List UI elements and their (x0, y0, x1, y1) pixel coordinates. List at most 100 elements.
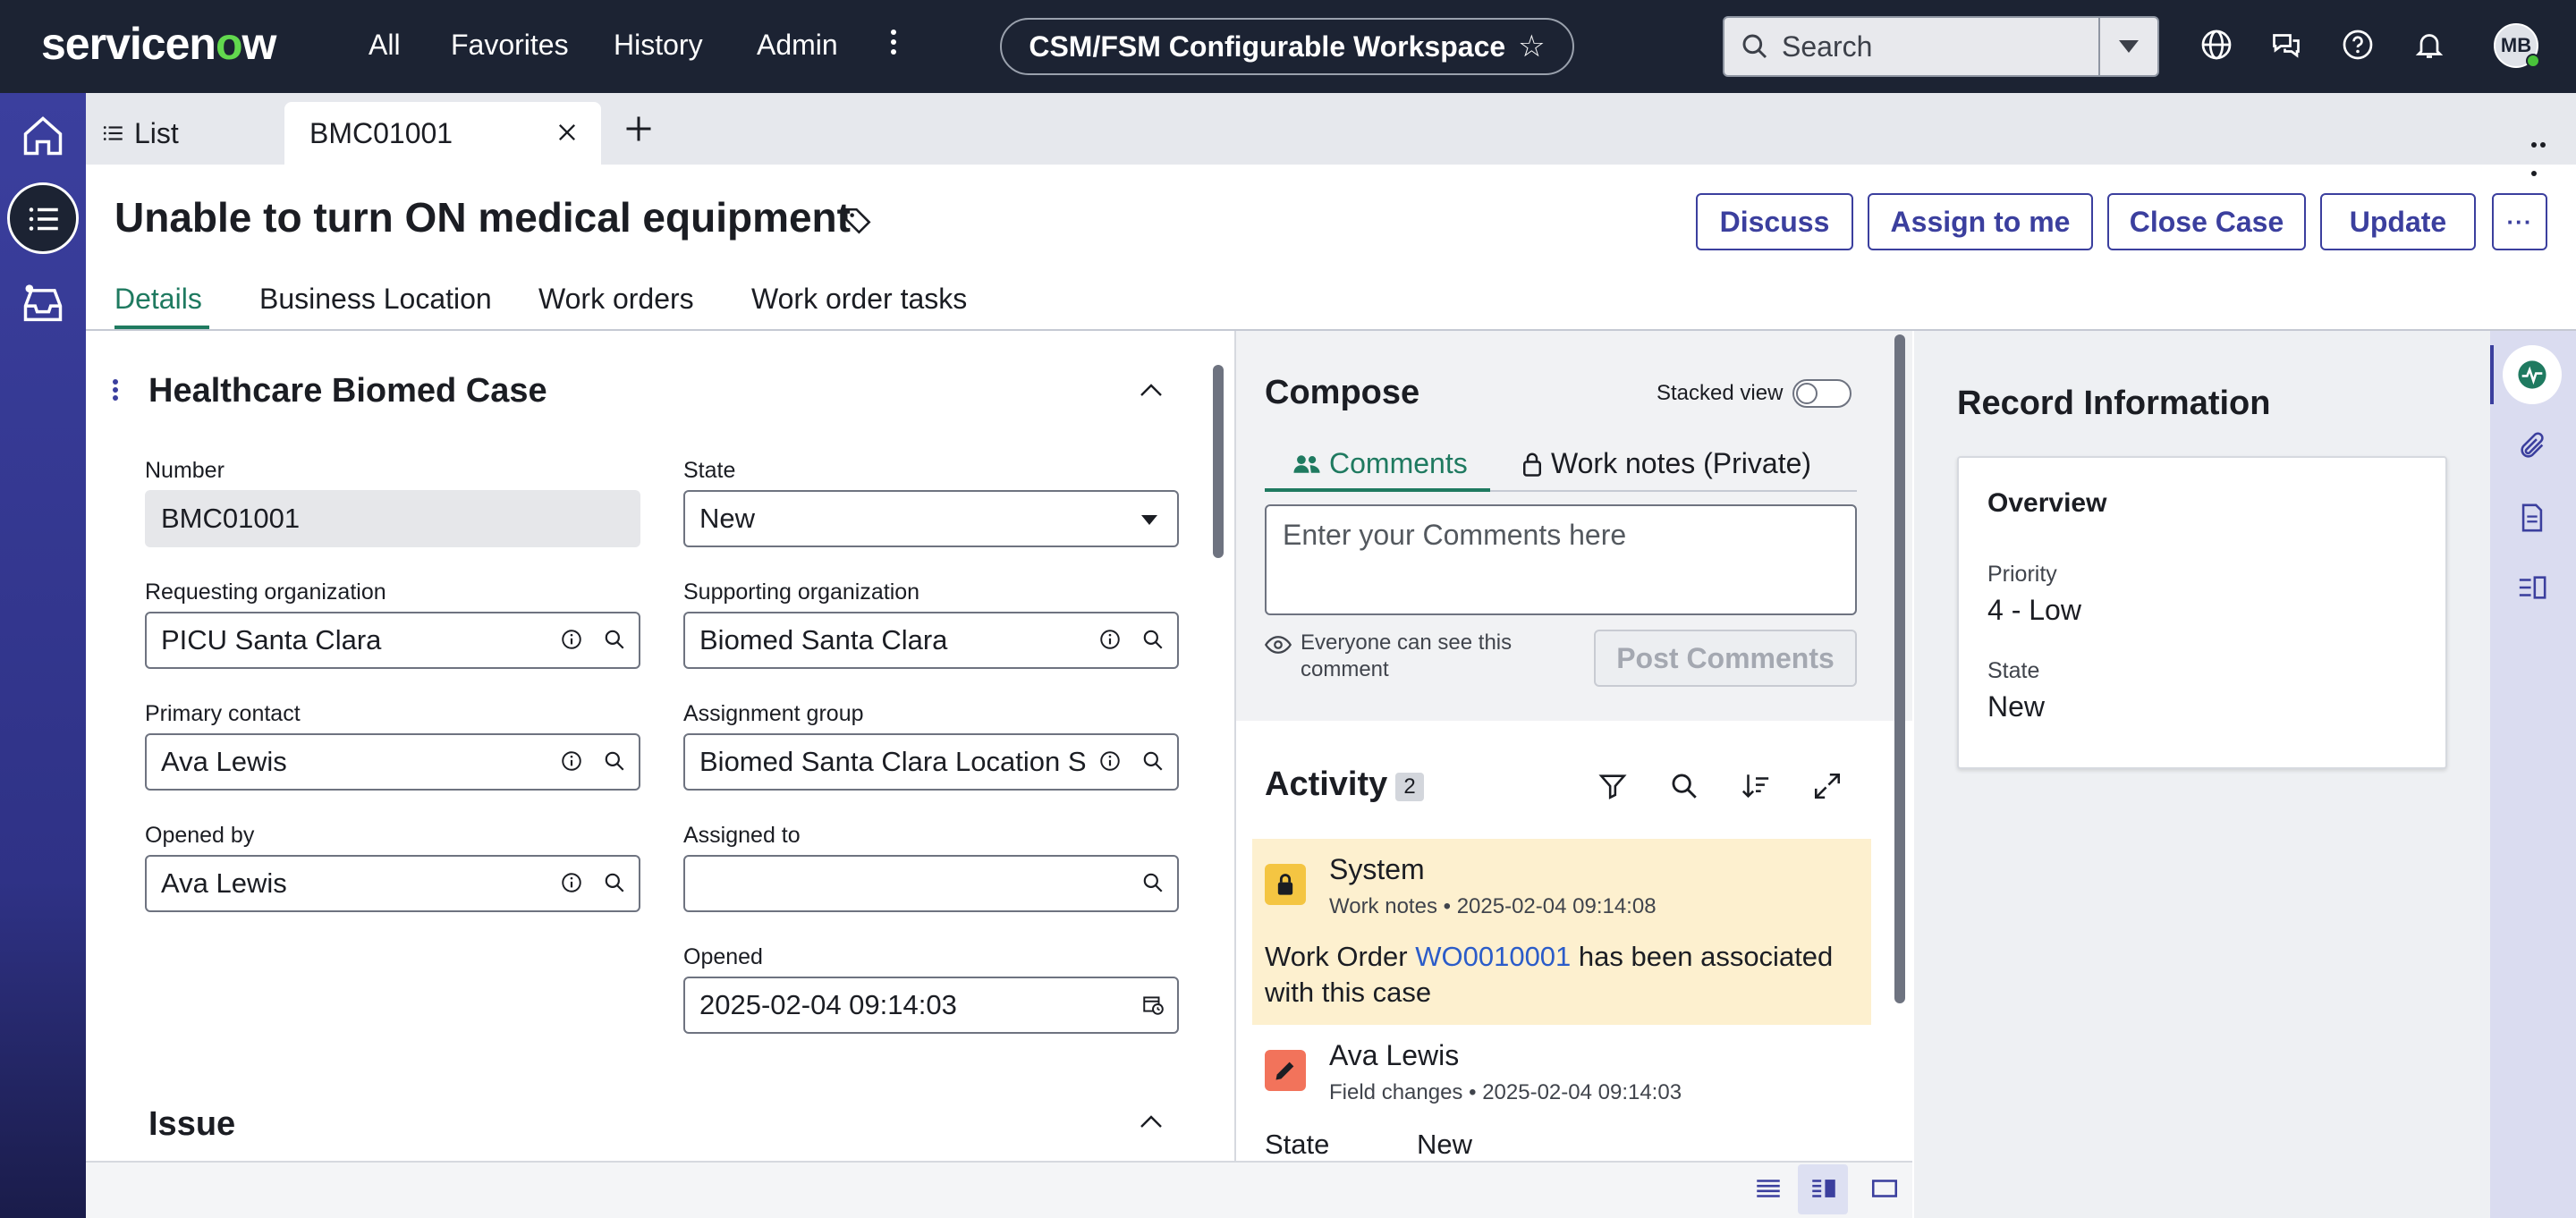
visibility-note: Everyone can see this comment (1265, 630, 1533, 683)
chevron-up-icon[interactable] (1138, 1112, 1165, 1130)
discuss-button[interactable]: Discuss (1696, 193, 1853, 250)
nav-favorites[interactable]: Favorites (451, 29, 569, 62)
nav-admin[interactable]: Admin (757, 29, 838, 62)
tab-record[interactable]: BMC01001 (284, 102, 601, 165)
search-scope-dropdown[interactable] (2098, 18, 2157, 75)
star-icon[interactable]: ☆ (1518, 29, 1545, 64)
document-icon[interactable] (2517, 503, 2547, 533)
globe-icon[interactable] (2200, 29, 2233, 61)
more-actions-button[interactable]: ··· (2492, 193, 2547, 250)
compose-active-indicator (1265, 488, 1490, 492)
global-search[interactable]: Search (1723, 16, 2159, 77)
activity-scrollbar[interactable] (1894, 334, 1905, 1003)
tab-list-label: List (134, 116, 179, 149)
search-icon[interactable] (603, 871, 626, 894)
priority-value: 4 - Low (1987, 594, 2081, 626)
add-tab-icon[interactable] (623, 113, 655, 145)
field-change-name: State (1265, 1129, 1330, 1160)
info-icon[interactable] (560, 628, 583, 651)
single-layout-icon[interactable] (1869, 1173, 1900, 1204)
chat-icon[interactable] (2270, 29, 2302, 61)
tab-details[interactable]: Details (114, 283, 202, 316)
assignment-group-field[interactable]: Biomed Santa Clara Location S (683, 733, 1179, 791)
opened-label: Opened (683, 944, 763, 969)
list-nav-active[interactable] (7, 182, 79, 254)
close-icon[interactable] (555, 120, 580, 145)
filter-icon[interactable] (1597, 771, 1628, 801)
assigned-to-field[interactable] (683, 855, 1179, 912)
form-scrollbar[interactable] (1213, 365, 1224, 558)
tab-overflow-icon[interactable] (2531, 125, 2556, 176)
close-case-button[interactable]: Close Case (2107, 193, 2306, 250)
layout-bar (86, 1161, 1912, 1218)
section-menu-icon[interactable] (113, 379, 120, 406)
tab-business-location[interactable]: Business Location (259, 283, 492, 316)
inbox-icon[interactable] (20, 281, 66, 327)
activity-meta: Work notes • 2025-02-04 09:14:08 (1329, 894, 1657, 918)
post-comments-button[interactable]: Post Comments (1594, 630, 1857, 687)
opened-by-label: Opened by (145, 823, 255, 848)
help-icon[interactable] (2342, 29, 2374, 61)
tab-work-notes[interactable]: Work notes (Private) (1521, 447, 1811, 480)
info-icon[interactable] (560, 871, 583, 894)
workspace-pill[interactable]: CSM/FSM Configurable Workspace ☆ (1000, 18, 1574, 75)
requesting-org-label: Requesting organization (145, 579, 386, 605)
workspace-tab-bar: List BMC01001 (86, 93, 2576, 176)
list-layout-icon[interactable] (1753, 1173, 1784, 1204)
search-icon[interactable] (1141, 749, 1165, 773)
caret-down-icon (2119, 40, 2139, 53)
search-icon[interactable] (1141, 628, 1165, 651)
online-status-dot (2526, 54, 2540, 68)
eye-icon (1265, 636, 1292, 654)
record-info-title: Record Information (1957, 385, 2271, 422)
state-select[interactable]: New (683, 490, 1179, 547)
home-icon[interactable] (20, 113, 66, 159)
search-icon (1742, 34, 1767, 59)
activity-title: Activity (1265, 765, 1388, 803)
assign-to-me-button[interactable]: Assign to me (1868, 193, 2093, 250)
nav-all[interactable]: All (369, 29, 401, 62)
search-icon[interactable] (603, 749, 626, 773)
calendar-clock-icon[interactable] (1141, 993, 1165, 1016)
pulse-icon (2518, 360, 2546, 389)
rail-active-indicator (2490, 345, 2494, 404)
sort-icon[interactable] (1741, 771, 1771, 801)
nav-history[interactable]: History (614, 29, 703, 62)
stacked-view-toggle[interactable] (1792, 379, 1852, 408)
search-icon[interactable] (1669, 771, 1699, 801)
chevron-up-icon[interactable] (1138, 381, 1165, 399)
tab-list[interactable]: List (102, 102, 179, 165)
servicenow-logo[interactable]: servicenow (41, 18, 276, 70)
split-layout-icon[interactable] (1809, 1173, 1839, 1204)
opened-by-field[interactable]: Ava Lewis (145, 855, 640, 912)
tab-work-orders[interactable]: Work orders (538, 283, 694, 316)
more-menu-icon[interactable] (887, 25, 900, 64)
attachment-icon[interactable] (2517, 431, 2547, 461)
tab-work-order-tasks[interactable]: Work order tasks (751, 283, 967, 316)
comments-textarea[interactable]: Enter your Comments here (1265, 504, 1857, 615)
bell-icon[interactable] (2413, 29, 2445, 61)
info-icon[interactable] (560, 749, 583, 773)
details-list-icon[interactable] (2517, 572, 2547, 603)
search-input[interactable]: Search (1782, 30, 2098, 63)
lock-icon (1523, 453, 1541, 477)
caret-down-icon (1141, 515, 1157, 525)
requesting-org-field[interactable]: PICU Santa Clara (145, 612, 640, 669)
record-info-tab[interactable] (2503, 345, 2562, 404)
update-button[interactable]: Update (2320, 193, 2476, 250)
work-order-link[interactable]: WO0010001 (1415, 941, 1571, 972)
left-rail (0, 93, 86, 1218)
search-icon[interactable] (1141, 871, 1165, 894)
issue-section-title: Issue (148, 1105, 236, 1143)
primary-contact-field[interactable]: Ava Lewis (145, 733, 640, 791)
tag-icon[interactable] (843, 206, 873, 236)
opened-datetime-field[interactable]: 2025-02-04 09:14:03 (683, 977, 1179, 1034)
user-avatar[interactable]: MB (2494, 23, 2540, 68)
search-icon[interactable] (603, 628, 626, 651)
tab-comments[interactable]: Comments (1292, 447, 1468, 480)
supporting-org-field[interactable]: Biomed Santa Clara (683, 612, 1179, 669)
info-icon[interactable] (1098, 628, 1122, 651)
info-icon[interactable] (1098, 749, 1122, 773)
supporting-org-label: Supporting organization (683, 579, 920, 605)
expand-icon[interactable] (1812, 771, 1843, 801)
